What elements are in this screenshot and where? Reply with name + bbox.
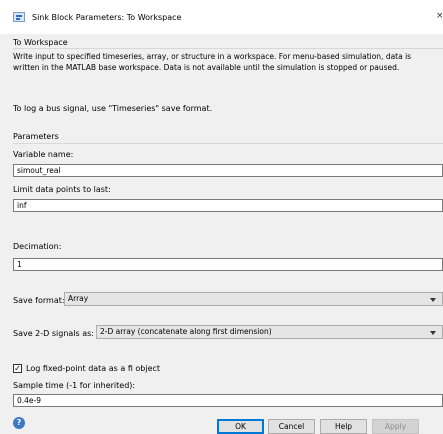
chevron-down-icon	[430, 298, 436, 302]
log-fixed-point-label: Log fixed-point data as a fi object	[26, 364, 161, 373]
sample-time-input[interactable]: 0.4e-9	[13, 394, 443, 407]
bus-note: To log a bus signal, use "Timeseries" sa…	[13, 104, 213, 113]
limit-data-points-label: Limit data points to last:	[13, 185, 111, 194]
simulink-block-icon	[13, 12, 25, 22]
save-2d-dropdown[interactable]: 2-D array (concatenate along first dimen…	[96, 325, 443, 339]
divider	[13, 48, 443, 49]
decimation-label: Decimation:	[13, 242, 62, 251]
log-fixed-point-checkbox[interactable]: ✓	[13, 364, 22, 373]
sample-time-label: Sample time (-1 for inherited):	[13, 381, 136, 390]
close-icon[interactable]: ×	[436, 11, 443, 21]
divider	[13, 143, 443, 144]
variable-name-label: Variable name:	[13, 150, 74, 159]
window-title: Sink Block Parameters: To Workspace	[32, 13, 182, 22]
save-format-dropdown[interactable]: Array	[64, 292, 443, 306]
block-description: Write input to specified timeseries, arr…	[13, 52, 412, 72]
save-format-value: Array	[68, 294, 89, 303]
apply-button[interactable]: Apply	[372, 419, 419, 434]
help-icon[interactable]: ?	[13, 417, 25, 429]
limit-data-points-input[interactable]: inf	[13, 199, 443, 212]
cancel-button[interactable]: Cancel	[268, 419, 315, 434]
help-button[interactable]: Help	[320, 419, 367, 434]
save-2d-label: Save 2-D signals as:	[13, 329, 94, 338]
save-2d-value: 2-D array (concatenate along first dimen…	[100, 327, 272, 336]
variable-name-input[interactable]: simout_real	[13, 164, 443, 177]
chevron-down-icon	[430, 331, 436, 335]
block-name: To Workspace	[13, 38, 68, 47]
ok-button[interactable]: OK	[217, 419, 264, 434]
decimation-input[interactable]: 1	[13, 258, 443, 271]
save-format-label: Save format:	[13, 296, 65, 305]
title-bar: Sink Block Parameters: To Workspace ×	[0, 0, 443, 34]
parameters-heading: Parameters	[13, 132, 59, 141]
